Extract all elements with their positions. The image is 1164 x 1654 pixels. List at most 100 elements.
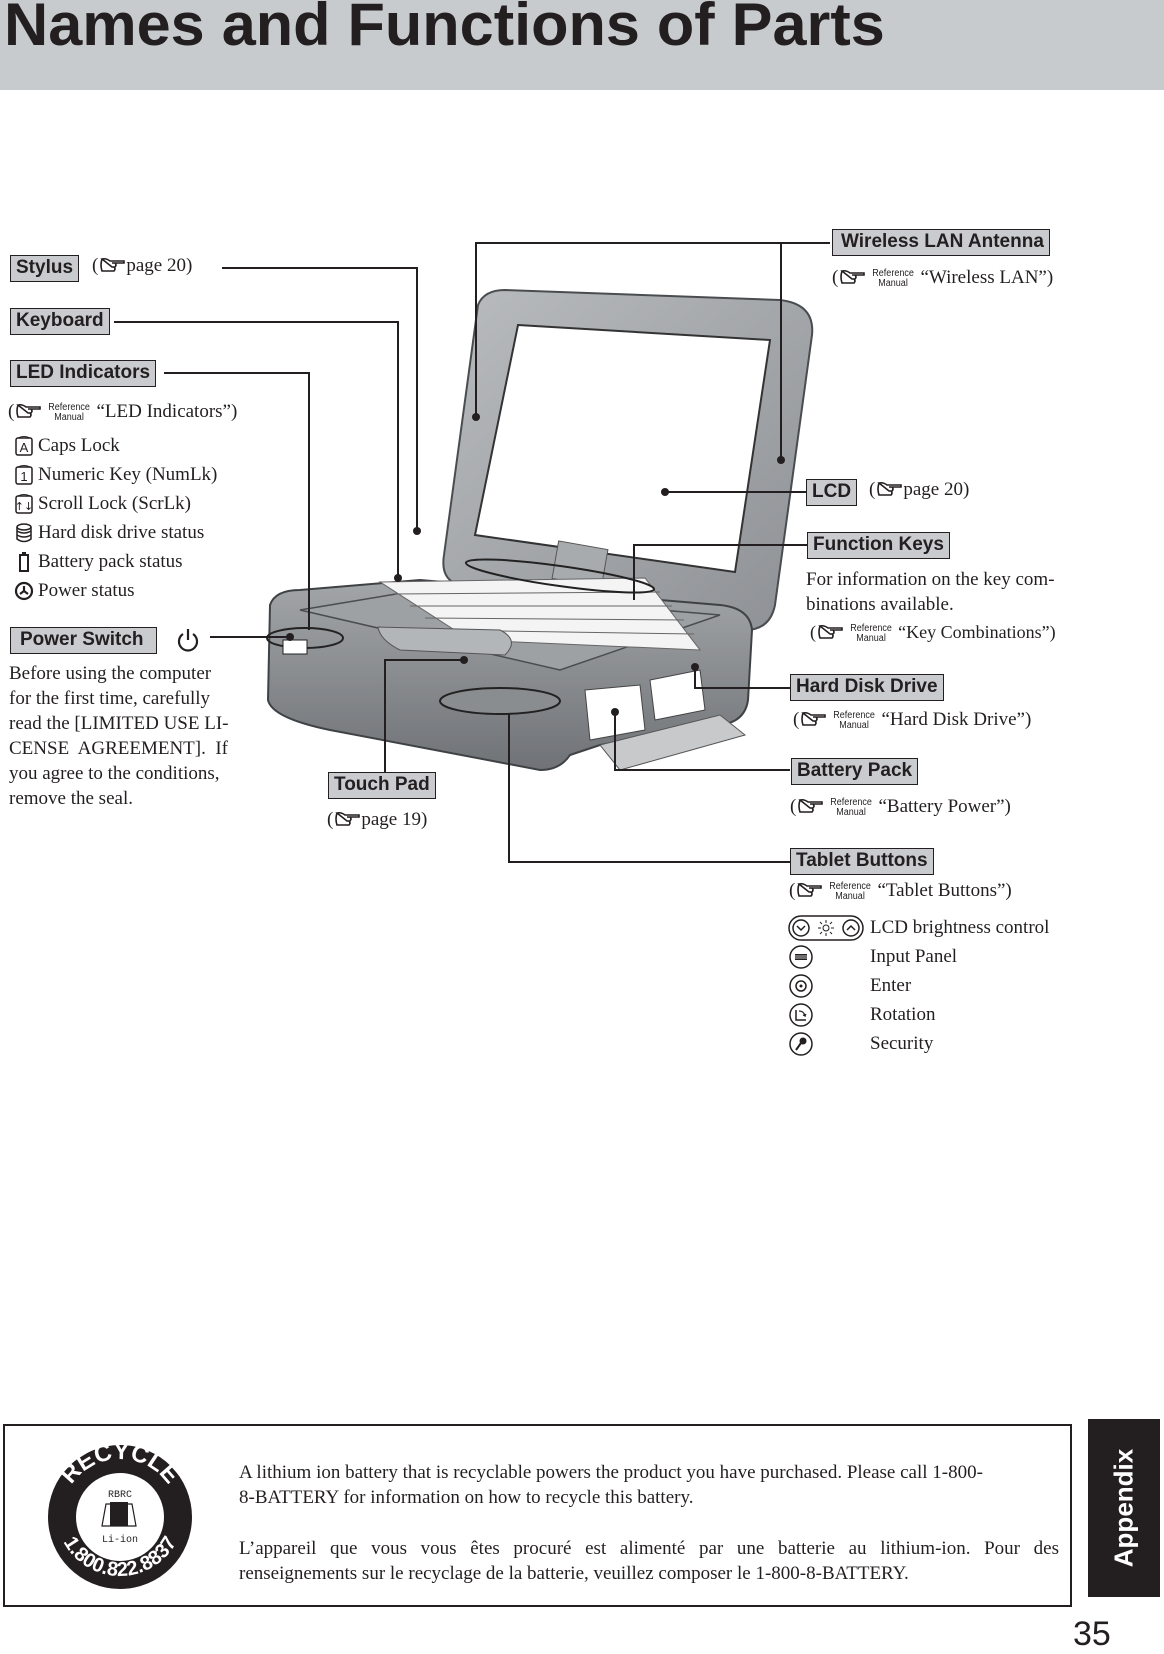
svg-text:A: A <box>20 440 29 455</box>
hdd-bay <box>584 684 646 741</box>
security-icon <box>788 1031 864 1057</box>
svg-text:RBRC: RBRC <box>108 1490 132 1501</box>
reference-manual-icon: Reference Manual <box>829 880 872 902</box>
pointing-hand-icon <box>335 811 361 826</box>
tablet-button-item: Input Panel <box>788 944 957 970</box>
tablet-button-text: Rotation <box>870 1004 936 1025</box>
svg-text:1: 1 <box>20 469 27 484</box>
led-outline <box>266 627 344 649</box>
close-paren: ) <box>420 809 428 830</box>
lcd-ref: (page 20) <box>869 478 969 502</box>
close-paren: ) <box>185 255 193 276</box>
led-indicators-label: LED Indicators <box>10 360 157 387</box>
reference-manual-icon: Reference Manual <box>872 267 915 289</box>
pointing-hand-icon <box>818 624 843 639</box>
led-item: Power status <box>14 579 135 603</box>
touch-pad-page-ref[interactable]: page 19 <box>361 809 421 830</box>
hard-disk-drive-ref: (Reference Manual “Hard Disk Drive”) <box>793 708 1031 732</box>
section-tab-label: Appendix <box>1108 1448 1139 1568</box>
recycle-notice: RECYCLE 1.800.822.8837 RBRC Li-ion A lit… <box>3 1424 1072 1607</box>
led-item-text: Hard disk drive status <box>38 522 205 543</box>
led-item: Battery pack status <box>14 550 183 574</box>
power-status-icon <box>14 580 34 602</box>
battery-pack-ref-link[interactable]: “Battery Power”) <box>878 796 1010 817</box>
lcd-page-ref[interactable]: page 20 <box>903 479 963 500</box>
touch-pad-ref: (page 19) <box>327 808 427 832</box>
rotation-icon <box>788 1002 864 1028</box>
input-panel-icon <box>788 944 864 970</box>
tablet-buttons-ref-link[interactable]: “Tablet Buttons”) <box>877 880 1011 901</box>
led-item: 1 Numeric Key (NumLk) <box>14 463 217 487</box>
function-keys-outline <box>464 558 656 594</box>
close-paren: ) <box>962 479 970 500</box>
stylus-label: Stylus <box>10 255 80 282</box>
tablet-button-text: Input Panel <box>870 946 958 967</box>
battery-icon <box>14 551 34 573</box>
stylus-ref: (page 20) <box>92 254 192 278</box>
tablet-buttons-label: Tablet Buttons <box>790 848 934 875</box>
led-ref-link[interactable]: “LED Indicators”) <box>96 401 237 422</box>
tablet-buttons-outline <box>439 687 561 715</box>
reference-manual-icon: Reference Manual <box>830 796 873 818</box>
function-keys-ref-link[interactable]: “Key Combinations”) <box>898 622 1055 642</box>
reference-manual-icon: Reference Manual <box>850 622 892 644</box>
laptop-lid <box>442 288 814 632</box>
touch-pad-label: Touch Pad <box>328 772 436 799</box>
tablet-button-text: Enter <box>870 975 912 996</box>
wireless-lan-ref: (Reference Manual “Wireless LAN”) <box>832 266 1053 290</box>
battery-bay <box>649 669 706 721</box>
function-keys-description: For information on the key com- bination… <box>806 569 1055 615</box>
hard-disk-icon <box>14 522 34 544</box>
lcd-label: LCD <box>806 479 858 506</box>
caps-lock-icon: A <box>14 435 34 457</box>
touchpad <box>377 626 512 656</box>
svg-text:Li-ion: Li-ion <box>102 1534 138 1546</box>
pointing-hand-icon <box>801 711 827 726</box>
reference-manual-icon: Reference Manual <box>48 401 91 423</box>
enter-icon <box>788 973 864 999</box>
pointing-hand-icon <box>877 481 903 496</box>
power-switch-shape <box>282 639 308 655</box>
scroll-lock-icon: ↑↓ <box>14 493 34 515</box>
leader-dots <box>286 413 785 716</box>
pointing-hand-icon <box>798 798 824 813</box>
numeric-key-icon: 1 <box>14 464 34 486</box>
tablet-buttons-ref: (Reference Manual “Tablet Buttons”) <box>789 879 1012 903</box>
led-item-text: Power status <box>38 580 135 601</box>
tablet-button-item: Rotation <box>788 1002 935 1028</box>
reference-manual-icon: Reference Manual <box>833 709 876 731</box>
lcd-screen <box>473 323 772 574</box>
power-icon <box>176 627 200 658</box>
recycle-english-text: A lithium ion battery that is recyclable… <box>239 1462 983 1508</box>
laptop-base <box>266 558 754 772</box>
pointing-hand-icon <box>840 269 866 284</box>
power-switch-description: Before using the computer for the first … <box>9 663 229 809</box>
section-tab-appendix[interactable]: Appendix <box>1088 1419 1160 1597</box>
wireless-lan-antenna-label: Wireless LAN Antenna <box>832 229 1050 256</box>
tablet-button-item: LCD brightness control <box>788 915 1049 941</box>
tablet-button-item: Enter <box>788 973 911 999</box>
recycle-french-text: L’appareil que vous vous êtes procuré es… <box>239 1538 1059 1584</box>
function-keys-ref: (Reference Manual “Key Combinations”) <box>810 620 1056 644</box>
led-item: Hard disk drive status <box>14 521 204 545</box>
page-title: Names and Functions of Parts <box>4 0 885 58</box>
keyboard-label: Keyboard <box>10 308 110 335</box>
svg-text:↑↓: ↑↓ <box>15 500 33 513</box>
tablet-button-item: Security <box>788 1031 933 1057</box>
wireless-lan-ref-link[interactable]: “Wireless LAN”) <box>920 267 1053 288</box>
keyboard-keys <box>378 577 702 651</box>
led-item-text: Scroll Lock (ScrLk) <box>38 493 192 514</box>
led-item: ↑↓ Scroll Lock (ScrLk) <box>14 492 191 516</box>
page-number: 35 <box>1073 1615 1111 1653</box>
battery-pack-label: Battery Pack <box>791 758 919 785</box>
rbrc-recycle-logo: RECYCLE 1.800.822.8837 RBRC Li-ion <box>48 1442 192 1589</box>
led-item: A Caps Lock <box>14 434 120 458</box>
led-item-text: Numeric Key (NumLk) <box>38 464 218 485</box>
pointing-hand-icon <box>100 257 126 272</box>
power-switch-label: Power Switch <box>10 627 157 654</box>
led-item-text: Caps Lock <box>38 435 120 456</box>
pointing-hand-icon <box>797 882 823 897</box>
battery-pack-ref: (Reference Manual “Battery Power”) <box>790 795 1011 819</box>
stylus-page-ref[interactable]: page 20 <box>126 255 186 276</box>
hard-disk-drive-ref-link[interactable]: “Hard Disk Drive”) <box>881 709 1031 730</box>
